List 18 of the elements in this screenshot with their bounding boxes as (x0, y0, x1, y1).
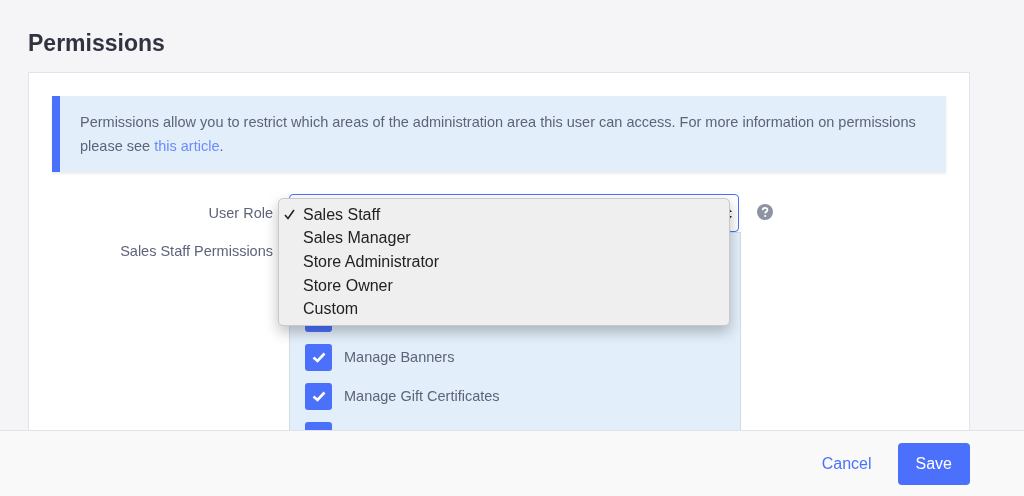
checkbox-label: Manage Banners (344, 347, 455, 367)
checkbox-label: Manage Gift Certificates (344, 386, 500, 406)
dropdown-option[interactable]: Sales Staff (279, 203, 729, 227)
check-icon (311, 391, 326, 402)
dropdown-option[interactable]: Store Administrator (279, 250, 729, 274)
page-title: Permissions (28, 29, 166, 58)
dropdown-option[interactable]: Sales Manager (279, 226, 729, 251)
help-icon[interactable] (757, 204, 773, 220)
dropdown-option[interactable]: Custom (279, 297, 729, 321)
field-label: User Role (207, 204, 274, 223)
check-icon (311, 352, 326, 363)
save-button[interactable]: Save (897, 442, 970, 485)
notice-text: Permissions allow you to restrict which areas of the administration area this user can access. For more information on permissions please see this article. (80, 114, 916, 154)
dropdown-option[interactable]: Store Owner (279, 273, 729, 298)
checkbox[interactable] (305, 383, 332, 410)
cancel-link[interactable]: Cancel (811, 443, 882, 484)
field-label: Sales Staff Permissions (119, 242, 274, 261)
checkbox[interactable] (305, 344, 332, 371)
